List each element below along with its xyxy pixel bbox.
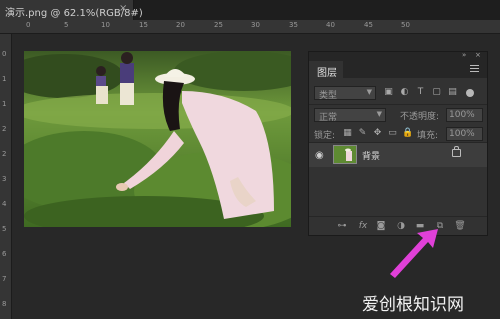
- tea-garden-photo: [24, 51, 291, 227]
- ruler-label: 0: [2, 50, 7, 58]
- layer-thumbnail: [333, 145, 357, 164]
- panel-menu-icon[interactable]: [470, 65, 479, 74]
- fill-label: 填充:: [417, 131, 439, 141]
- layer-lock-icon: [452, 146, 461, 157]
- lock-transparent-icon[interactable]: ▦: [342, 128, 353, 139]
- adjustment-filter-icon[interactable]: ◐: [399, 87, 410, 98]
- lock-position-icon[interactable]: ✥: [372, 128, 383, 139]
- lock-artboard-icon[interactable]: ▭: [387, 128, 398, 139]
- filter-label: 类型: [319, 91, 338, 101]
- ruler-label: 8: [2, 300, 7, 308]
- ruler-label: 50: [401, 21, 410, 29]
- filter-toggle-icon[interactable]: [466, 89, 474, 97]
- tab-layers-label: 图层: [317, 68, 337, 79]
- collapse-panel-icon[interactable]: »: [462, 51, 466, 59]
- horizontal-ruler: 0 5 10 15 20 25 30 35 40 45 50: [0, 20, 500, 34]
- ruler-label: 3: [2, 175, 7, 183]
- ruler-label: 10: [101, 21, 110, 29]
- vertical-ruler: 0 1 1 2 2 3 4 5 6 7 8: [0, 34, 12, 319]
- layer-row-background[interactable]: ◉ 背景: [309, 143, 487, 167]
- layer-name: 背景: [362, 152, 381, 162]
- watermark: 爱创根知识网: [362, 290, 494, 315]
- type-filter-icon[interactable]: T: [415, 87, 426, 98]
- shape-filter-icon[interactable]: ▢: [431, 87, 442, 98]
- blend-row: 正常 ▼ 不透明度: 100%: [309, 105, 487, 126]
- lock-all-icon[interactable]: 🔒: [402, 128, 413, 139]
- ruler-label: 7: [2, 275, 7, 283]
- opacity-value: 100%: [449, 110, 475, 120]
- ruler-label: 6: [2, 250, 7, 258]
- ruler-label: 0: [26, 21, 31, 29]
- close-panel-icon[interactable]: ×: [475, 51, 481, 59]
- ruler-label: 40: [326, 21, 335, 29]
- ruler-label: 20: [176, 21, 185, 29]
- opacity-field[interactable]: 100%: [446, 108, 483, 122]
- chevron-down-icon: ▼: [366, 88, 372, 96]
- ruler-label: 4: [2, 200, 7, 208]
- fill-field[interactable]: 100%: [446, 127, 483, 141]
- blend-mode-select[interactable]: 正常 ▼: [314, 108, 386, 123]
- ruler-label: 45: [364, 21, 373, 29]
- ruler-label: 5: [2, 225, 7, 233]
- opacity-label: 不透明度:: [400, 112, 440, 122]
- chevron-down-icon: ▼: [376, 110, 382, 118]
- lock-label: 锁定:: [314, 131, 336, 141]
- ruler-label: 1: [2, 75, 7, 83]
- delete-layer-icon[interactable]: 🗑: [454, 220, 466, 232]
- ruler-label: 30: [251, 21, 260, 29]
- layers-panel: » × 图层 类型 ▼ ▣ ◐ T ▢ ▤ 正常 ▼ 不透明度: 100% 锁定…: [308, 51, 488, 236]
- smart-object-filter-icon[interactable]: ▤: [447, 87, 458, 98]
- link-layers-icon[interactable]: ⊶: [336, 220, 348, 232]
- ruler-label: 1: [2, 100, 7, 108]
- annotation-arrow: [390, 229, 438, 278]
- fill-value: 100%: [449, 129, 475, 139]
- ruler-label: 2: [2, 125, 7, 133]
- pixel-filter-icon[interactable]: ▣: [383, 87, 394, 98]
- close-tab-icon[interactable]: ×: [119, 3, 127, 14]
- watermark-text: 爱创根知识网: [362, 295, 464, 315]
- lock-image-icon[interactable]: ✎: [357, 128, 368, 139]
- ruler-label: 35: [289, 21, 298, 29]
- layer-filter-select[interactable]: 类型 ▼: [314, 86, 376, 101]
- blend-mode-value: 正常: [319, 113, 338, 123]
- filter-row: 类型 ▼ ▣ ◐ T ▢ ▤: [309, 83, 487, 104]
- tab-layers[interactable]: 图层: [309, 61, 343, 79]
- ruler-label: 5: [64, 21, 69, 29]
- panel-tab-bar: 图层: [309, 61, 487, 79]
- ruler-label: 25: [214, 21, 223, 29]
- fx-icon[interactable]: fx: [357, 220, 369, 232]
- document-tab[interactable]: 演示.png @ 62.1%(RGB/8#) ×: [0, 0, 143, 20]
- panel-header-strip: » ×: [309, 51, 487, 61]
- ruler-label: 2: [2, 150, 7, 158]
- document-image[interactable]: [24, 51, 291, 227]
- visibility-eye-icon[interactable]: ◉: [315, 150, 324, 161]
- document-tab-bar: 演示.png @ 62.1%(RGB/8#) ×: [0, 0, 500, 20]
- ruler-label: 15: [139, 21, 148, 29]
